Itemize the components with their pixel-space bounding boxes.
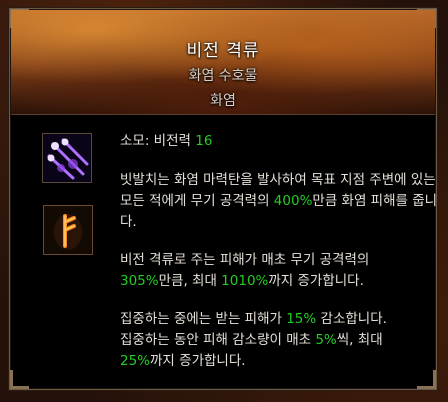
- text: 집중하는 동안 피해 감소량이 매초: [120, 332, 316, 348]
- cost-value: 16: [195, 133, 213, 149]
- cost-label: 소모: 비전력: [120, 133, 196, 149]
- tooltip-header: 비전 격류 화염 수호물 화염: [11, 10, 435, 115]
- rune-icon: [43, 205, 93, 255]
- skill-title: 비전 격류: [186, 41, 260, 61]
- resource-cost: 소모: 비전력 16: [120, 131, 438, 152]
- reduction-percent: 15%: [286, 311, 317, 327]
- text: 집중하는 중에는 받는 피해가: [120, 311, 287, 327]
- increase-percent: 305%: [120, 273, 159, 289]
- skill-tooltip: 비전 격류 화염 수호물 화염 소모: 비전력 16 빗발치는 화염 마력탄을 …: [9, 8, 437, 390]
- damage-element: 화염: [210, 93, 236, 109]
- damage-percent: 400%: [273, 193, 313, 209]
- rune-name: 화염 수호물: [188, 68, 258, 84]
- tooltip-description: 소모: 비전력 16 빗발치는 화염 마력탄을 발사하여 목표 지점 주변에 있…: [120, 131, 438, 389]
- arcane-torrent-icon: [42, 133, 92, 183]
- frame-corner: [10, 370, 29, 389]
- text: 만큼, 최대: [158, 273, 222, 289]
- text: 감소합니다.: [316, 311, 387, 327]
- damage-increase-description: 비전 격류로 주는 피해가 매초 무기 공격력의 305%만큼, 최대 1010%…: [120, 250, 438, 292]
- text: 비전 격류로 주는 피해가 매초 무기 공격력의: [120, 252, 370, 268]
- text: 씩, 최대: [336, 332, 383, 348]
- max-percent: 1010%: [221, 273, 269, 289]
- reduction-max-percent: 25%: [120, 353, 151, 369]
- text: 까지 증가합니다.: [268, 273, 364, 289]
- damage-reduction-description: 집중하는 중에는 받는 피해가 15% 감소합니다. 집중하는 동안 피해 감소량…: [120, 309, 438, 372]
- reduction-step-percent: 5%: [315, 332, 337, 348]
- text: 까지 증가합니다.: [150, 353, 246, 369]
- damage-description: 빗발치는 화염 마력탄을 발사하여 목표 지점 주변에 있는 모든 적에게 무기…: [120, 170, 438, 233]
